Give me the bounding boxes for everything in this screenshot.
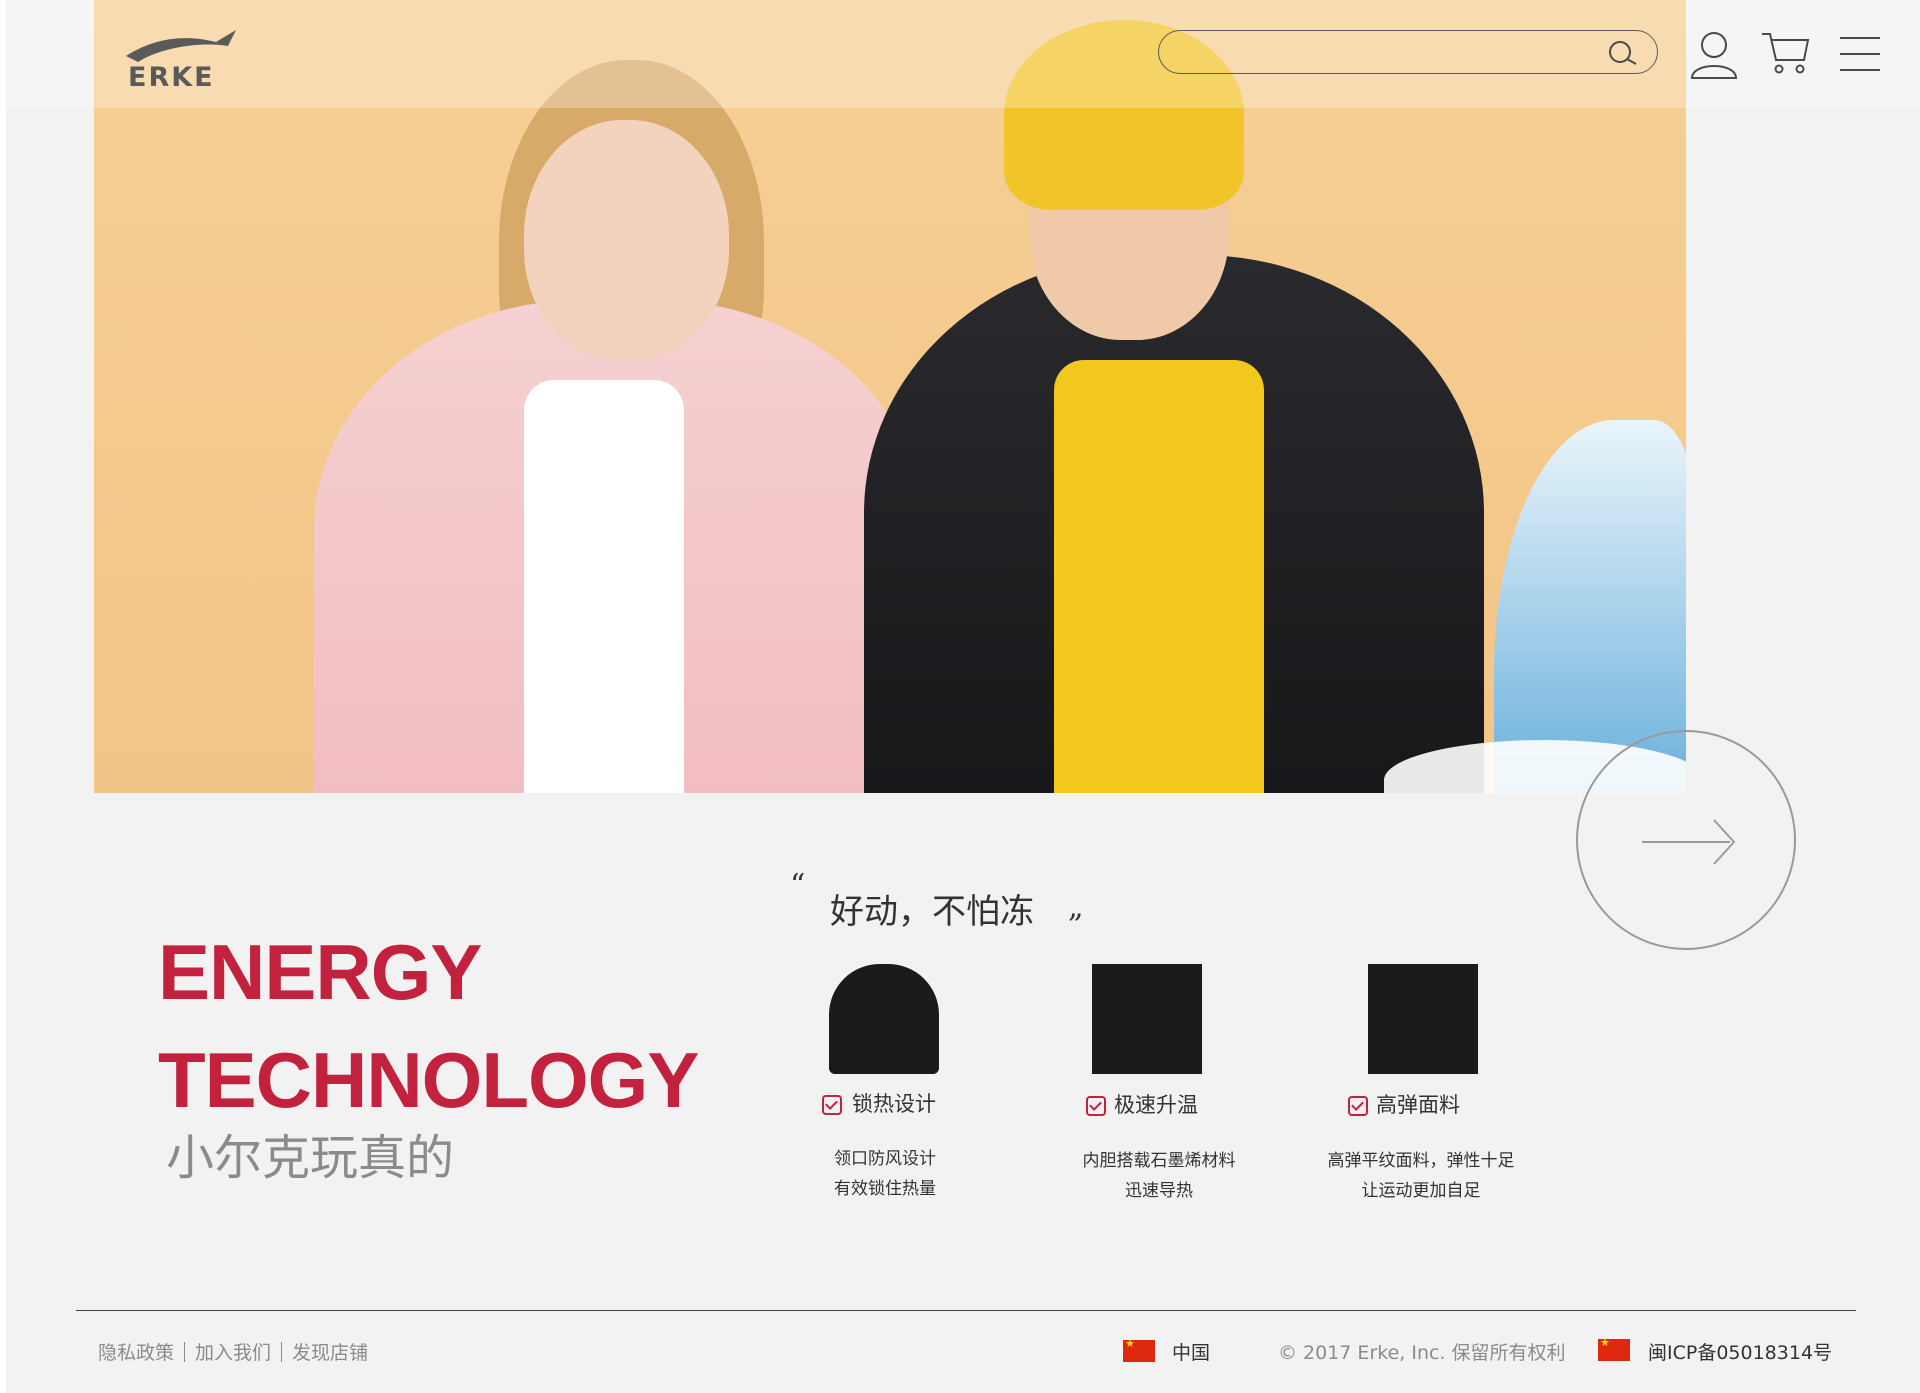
check-icon: [822, 1095, 842, 1115]
feature-title: 高弹面料: [1376, 1093, 1460, 1117]
search-input[interactable]: [1177, 37, 1591, 69]
check-icon: [1348, 1096, 1368, 1116]
china-flag-icon: [1598, 1336, 1630, 1361]
headline-line-1: ENERGY: [158, 928, 482, 1016]
headline: ENERGY TECHNOLOGY: [158, 918, 699, 1134]
quote-open-mark: “: [790, 868, 806, 903]
feature-desc-line-1: 高弹平纹面料，弹性十足: [1327, 1151, 1515, 1171]
feature-title: 锁热设计: [852, 1092, 936, 1116]
feature-desc-line-1: 领口防风设计: [834, 1149, 936, 1169]
feature-desc-line-2: 有效锁住热量: [834, 1179, 936, 1199]
footer-link-find-store[interactable]: 发现店铺: [292, 1338, 368, 1365]
slogan-quote: 好动，不怕冻: [830, 892, 1034, 932]
feature-title-row: 高弹面料: [1306, 1088, 1536, 1118]
logo-wordmark: ERKE: [128, 62, 215, 93]
feature-desc-line-2: 迅速导热: [1125, 1181, 1193, 1201]
feature-title: 极速升温: [1114, 1093, 1198, 1117]
hero-girl-shirt: [524, 380, 684, 793]
footer-link-privacy[interactable]: 隐私政策: [98, 1338, 174, 1365]
footer-divider: [76, 1310, 1856, 1311]
subheadline: 小尔克玩真的: [166, 1130, 455, 1186]
arrow-right-icon: [1642, 819, 1736, 865]
check-icon: [1086, 1096, 1106, 1116]
feature-thumb-fabric: [1368, 964, 1478, 1074]
user-icon[interactable]: [1688, 28, 1740, 80]
search-bar[interactable]: [1158, 30, 1658, 74]
footer-link-join-us[interactable]: 加入我们: [195, 1338, 271, 1365]
feature-title-row: 锁热设计: [770, 1088, 1000, 1118]
feature-desc-line-1: 内胆搭载石墨烯材料: [1082, 1151, 1236, 1171]
menu-icon[interactable]: [1838, 32, 1882, 76]
hero-banner[interactable]: [94, 0, 1686, 793]
region-selector[interactable]: 中国: [1172, 1338, 1210, 1365]
quote-close-mark: „: [1068, 890, 1084, 925]
footer-links: 隐私政策 加入我们 发现店铺: [98, 1338, 368, 1365]
feature-title-row: 极速升温: [1044, 1088, 1274, 1118]
cart-icon[interactable]: [1760, 28, 1810, 76]
hero-boy-shirt: [1054, 360, 1264, 793]
site-header: ERKE: [6, 0, 1920, 108]
footer-separator: [281, 1342, 283, 1362]
hero-girl-face: [524, 120, 729, 360]
copyright-text: © 2017 Erke, Inc. 保留所有权利: [1278, 1342, 1566, 1364]
feature-thumb-hood: [829, 964, 939, 1074]
feature-thumb-lining: [1092, 964, 1202, 1074]
brand-logo[interactable]: ERKE: [124, 28, 238, 93]
footer-separator: [184, 1342, 186, 1362]
feature-desc-line-2: 让运动更加自足: [1361, 1181, 1481, 1201]
carousel-next-button[interactable]: [1576, 730, 1796, 950]
icp-license[interactable]: 闽ICP备05018314号: [1648, 1338, 1832, 1365]
search-icon[interactable]: [1607, 39, 1639, 67]
china-flag-icon: [1123, 1337, 1155, 1362]
